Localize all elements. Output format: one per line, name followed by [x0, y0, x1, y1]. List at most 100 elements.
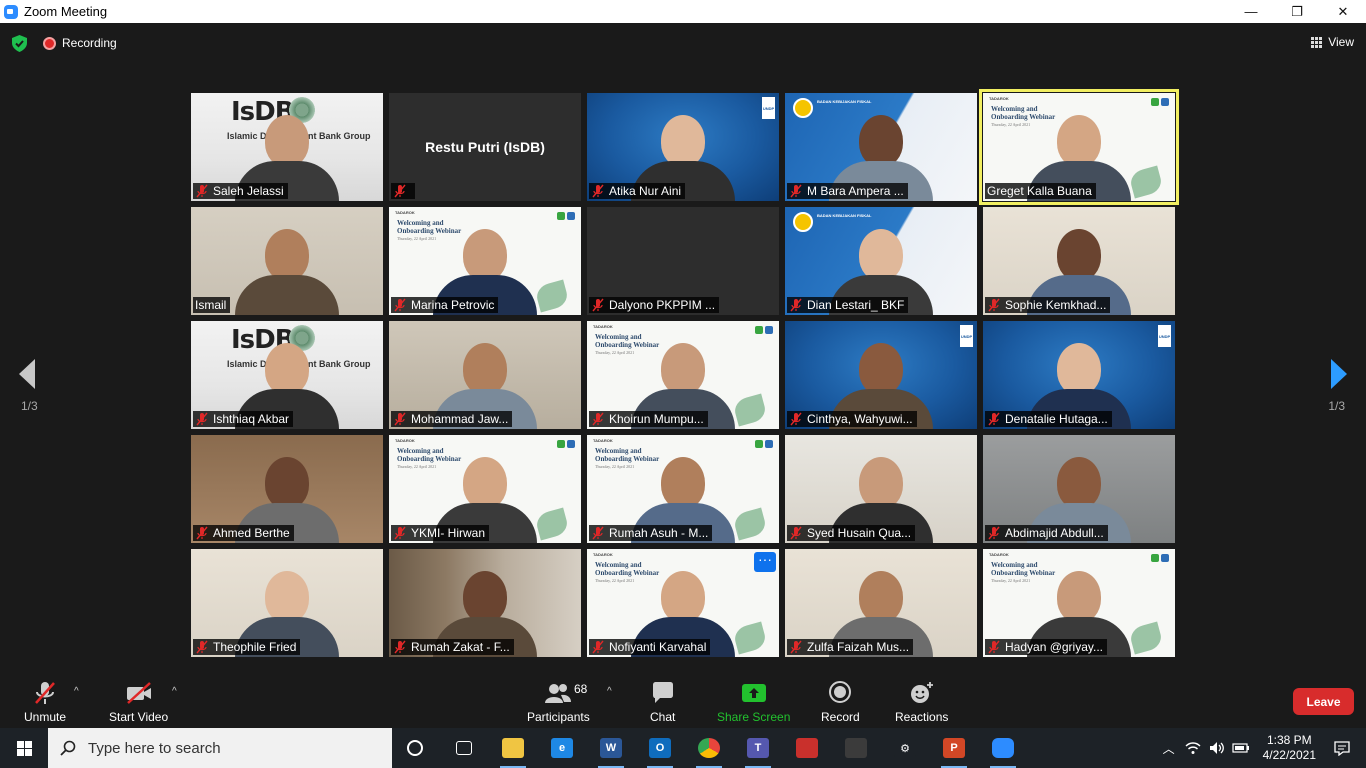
participant-name: Hadyan @griyay...	[1005, 640, 1103, 654]
recording-indicator[interactable]: Recording	[43, 36, 117, 50]
participant-video-tile[interactable]: Sophie Kemkhad...	[983, 207, 1175, 315]
participant-video-tile[interactable]: IsDBIslamic Development Bank GroupIshthi…	[191, 321, 383, 429]
calculator-taskbar-button[interactable]	[841, 733, 871, 763]
participant-video-tile[interactable]: Dalyono PKPPIM ...	[587, 207, 779, 315]
tile-more-options-button[interactable]: ···	[754, 552, 776, 572]
share-screen-button[interactable]: Share Screen	[717, 680, 790, 724]
volume-icon[interactable]	[1207, 738, 1227, 758]
participant-video-tile[interactable]: Theophile Fried	[191, 549, 383, 657]
participant-video-tile[interactable]: Mohammad Jaw...	[389, 321, 581, 429]
task-view-taskbar-button[interactable]	[449, 733, 479, 763]
participant-silhouette	[235, 229, 339, 315]
chat-button[interactable]: Chat	[650, 680, 675, 724]
maximize-button[interactable]: ❐	[1274, 0, 1320, 23]
word-taskbar-button[interactable]: W	[596, 733, 626, 768]
participant-name-bar: Ishthiaq Akbar	[193, 411, 294, 427]
participant-video-tile[interactable]: Restu Putri (IsDB)	[389, 93, 581, 201]
leave-button[interactable]: Leave	[1293, 688, 1354, 715]
webinar-brand: TADAROK	[989, 96, 1009, 101]
participant-name-bar: Zulfa Faizah Mus...	[787, 639, 914, 655]
participant-video-tile[interactable]: TADAROK Welcoming and Onboarding Webinar Th…	[587, 435, 779, 543]
powerpoint-taskbar-button[interactable]: P	[939, 733, 969, 768]
muted-microphone-icon	[196, 640, 208, 654]
title-bar: Zoom Meeting — ❐ ✕	[0, 0, 1366, 23]
participant-video-tile[interactable]: Ismail	[191, 207, 383, 315]
participant-video-tile[interactable]: TADAROK Welcoming and Onboarding Webinar Th…	[979, 89, 1179, 205]
outlook-taskbar-button[interactable]: O	[645, 733, 675, 768]
webinar-brand: TADAROK	[593, 324, 613, 329]
recording-dot-icon	[43, 36, 56, 50]
show-hidden-icons-icon[interactable]: ︿	[1159, 738, 1179, 758]
taskbar-clock[interactable]: 1:38 PM 4/22/2021	[1263, 733, 1316, 763]
chrome-taskbar-button[interactable]	[694, 733, 724, 768]
settings-taskbar-button[interactable]: ⚙	[890, 733, 920, 763]
muted-microphone-icon	[394, 412, 406, 426]
teams-taskbar-button[interactable]: T	[743, 733, 773, 768]
reactions-button[interactable]: Reactions	[895, 680, 948, 724]
muted-microphone-icon	[988, 526, 1000, 540]
wifi-icon[interactable]	[1183, 738, 1203, 758]
action-center-icon[interactable]	[1332, 738, 1352, 758]
participant-name-bar: Saleh Jelassi	[193, 183, 288, 199]
file-explorer-taskbar-button[interactable]	[498, 733, 528, 768]
edge-icon: e	[551, 738, 573, 758]
undp-logo: UNDP	[762, 97, 775, 119]
bkf-emblem-icon	[793, 98, 813, 118]
record-button[interactable]: Record	[821, 680, 860, 724]
participant-name-bar: Atika Nur Aini	[589, 183, 686, 199]
participant-video-tile[interactable]: Zulfa Faizah Mus...	[785, 549, 977, 657]
bkf-banner-text: BADAN KEBIJAKAN FISKAL	[817, 99, 872, 104]
participant-name: Theophile Fried	[213, 640, 297, 654]
participant-video-tile[interactable]: TADAROK Welcoming and Onboarding Webinar Th…	[983, 549, 1175, 657]
cortana-taskbar-button[interactable]	[400, 733, 430, 763]
muted-microphone-icon	[35, 682, 55, 704]
participant-video-tile[interactable]: BADAN KEBIJAKAN FISKAL Dian Lestari_ BKF	[785, 207, 977, 315]
participants-caret-icon[interactable]: ^	[607, 686, 612, 697]
meeting-toolbar: Unmute ^ Start Video ^ Participants 68 ^…	[0, 672, 1366, 728]
previous-page-arrow-icon[interactable]	[17, 357, 37, 391]
participant-video-tile[interactable]: TADAROK Welcoming and Onboarding Webinar Th…	[389, 435, 581, 543]
participant-video-tile[interactable]: UNDP Atika Nur Aini	[587, 93, 779, 201]
start-video-button[interactable]: Start Video	[109, 680, 168, 724]
participant-video-tile[interactable]: UNDP Cinthya, Wahyuwi...	[785, 321, 977, 429]
audio-options-caret-icon[interactable]: ^	[74, 686, 79, 697]
participant-name-bar: Dian Lestari_ BKF	[787, 297, 909, 313]
zoom-taskbar-button[interactable]	[988, 733, 1018, 768]
muted-microphone-icon	[592, 640, 604, 654]
participant-video-tile[interactable]: Ahmed Berthe	[191, 435, 383, 543]
participant-name-bar: Rumah Zakat - F...	[391, 639, 514, 655]
edge-taskbar-button[interactable]: e	[547, 733, 577, 763]
participant-name: Abdimajid Abdull...	[1005, 526, 1104, 540]
webinar-logos-icon	[755, 326, 773, 334]
muted-microphone-icon	[394, 526, 406, 540]
participant-video-tile[interactable]: TADAROK Welcoming and Onboarding Webinar Th…	[389, 207, 581, 315]
minimize-button[interactable]: —	[1228, 0, 1274, 23]
undp-logo: UNDP	[1158, 325, 1171, 347]
reactions-smiley-icon	[910, 682, 933, 703]
battery-icon[interactable]	[1231, 738, 1251, 758]
security-shield-icon[interactable]	[12, 35, 27, 52]
taskbar-search-box[interactable]: Type here to search	[48, 728, 392, 768]
system-tray: ︿ 1:38 PM 4/22/2021	[1157, 728, 1366, 768]
video-options-caret-icon[interactable]: ^	[172, 686, 177, 697]
unmute-button[interactable]: Unmute	[24, 680, 66, 724]
participant-video-tile[interactable]: TADAROK Welcoming and Onboarding Webinar Th…	[587, 321, 779, 429]
next-page-arrow-icon[interactable]	[1329, 357, 1349, 391]
muted-microphone-icon	[790, 184, 802, 198]
participant-video-tile[interactable]: Syed Husain Qua...	[785, 435, 977, 543]
antivirus-taskbar-button[interactable]	[792, 733, 822, 763]
participant-video-tile[interactable]: TADAROK Welcoming and Onboarding Webinar Th…	[587, 549, 779, 657]
start-button[interactable]	[0, 728, 48, 768]
participant-name-bar: Marina Petrovic	[391, 297, 499, 313]
view-button[interactable]: View	[1311, 35, 1354, 49]
participant-video-tile[interactable]: Rumah Zakat - F...	[389, 549, 581, 657]
participant-video-tile[interactable]: BADAN KEBIJAKAN FISKAL M Bara Ampera ...	[785, 93, 977, 201]
unmute-label: Unmute	[24, 710, 67, 724]
close-button[interactable]: ✕	[1320, 0, 1366, 23]
participant-video-tile[interactable]: Abdimajid Abdull...	[983, 435, 1175, 543]
participant-video-tile[interactable]: UNDP Denatalie Hutaga...	[983, 321, 1175, 429]
participant-video-tile[interactable]: IsDBIslamic Development Bank GroupSaleh …	[191, 93, 383, 201]
participant-name: Denatalie Hutaga...	[1005, 412, 1108, 426]
participant-name-bar: Theophile Fried	[193, 639, 301, 655]
participant-name-bar: Khoirun Mumpu...	[589, 411, 708, 427]
